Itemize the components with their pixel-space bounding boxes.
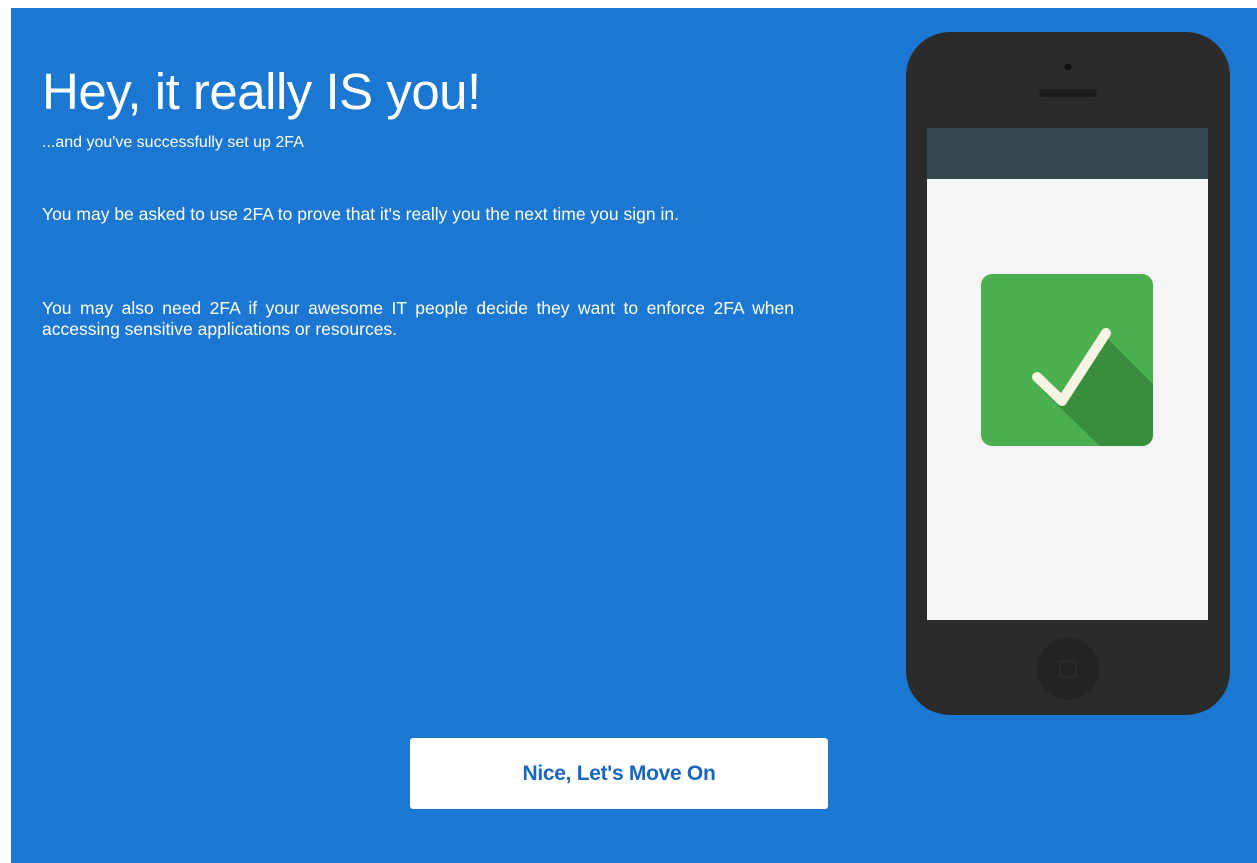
home-button: [1037, 638, 1099, 700]
info-paragraph: You may be asked to use 2FA to prove tha…: [42, 204, 679, 224]
speaker-grille: [1039, 89, 1097, 97]
page-subtitle: ...and you've successfully set up 2FA: [42, 134, 304, 151]
page-title: Hey, it really IS you!: [42, 63, 481, 120]
info-paragraph: You may also need 2FA if your awesome IT…: [42, 298, 794, 339]
camera-icon: [1064, 63, 1072, 71]
continue-button[interactable]: Nice, Let's Move On: [410, 738, 828, 809]
success-panel: Hey, it really IS you! ...and you've suc…: [11, 8, 1257, 863]
checkmark-icon: [981, 274, 1153, 446]
phone-illustration: [906, 32, 1230, 715]
status-bar: [927, 128, 1208, 179]
